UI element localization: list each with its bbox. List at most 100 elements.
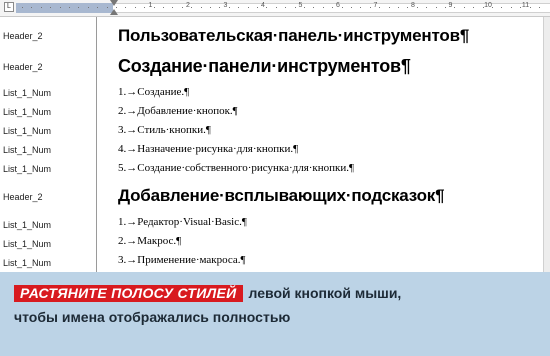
ruler-left-margin: [16, 3, 113, 13]
ruler-dot: [50, 7, 51, 8]
ruler-dot: [313, 7, 314, 8]
style-name-list[interactable]: List_1_Num: [3, 126, 51, 136]
ruler-dot: [295, 7, 296, 8]
ruler-dot: [191, 7, 192, 8]
ruler-dot: [88, 7, 89, 8]
ruler-number: 1: [148, 2, 153, 9]
ruler-dot: [135, 7, 136, 8]
style-name-header[interactable]: Header_2: [3, 62, 43, 72]
ruler-dot: [154, 7, 155, 8]
ruler-dot: [492, 7, 493, 8]
ruler-dot: [69, 7, 70, 8]
list-item[interactable]: 3.→Применение·макроса.¶: [118, 254, 246, 266]
list-item[interactable]: 3.→Стиль·кнопки.¶: [118, 124, 211, 136]
ruler-dot: [97, 7, 98, 8]
ruler-number: 7: [373, 2, 378, 9]
ruler-dot: [379, 7, 380, 8]
style-name-list[interactable]: List_1_Num: [3, 164, 51, 174]
ruler-number: 3: [223, 2, 228, 9]
ruler-dot: [417, 7, 418, 8]
ruler-dot: [304, 7, 305, 8]
ruler-dot: [398, 7, 399, 8]
tab-selector-button[interactable]: L: [4, 2, 14, 12]
hanging-indent-marker[interactable]: [110, 9, 118, 15]
ruler-dot: [60, 7, 61, 8]
ruler-dot: [31, 7, 32, 8]
ruler-dot: [210, 7, 211, 8]
ruler-dot: [248, 7, 249, 8]
style-name-header[interactable]: Header_2: [3, 192, 43, 202]
caption-line-1: левой кнопкой мыши,: [248, 285, 402, 301]
ruler-number: 9: [448, 2, 453, 9]
ruler-dot: [511, 7, 512, 8]
ruler-dot: [78, 7, 79, 8]
ruler-dot: [389, 7, 390, 8]
ruler-number: 6: [336, 2, 340, 9]
ruler-dot: [426, 7, 427, 8]
ruler-dot: [125, 7, 126, 8]
ruler-dot: [323, 7, 324, 8]
list-item[interactable]: 2.→Макрос.¶: [118, 235, 181, 247]
style-name-list[interactable]: List_1_Num: [3, 239, 51, 249]
style-name-header[interactable]: Header_2: [3, 31, 43, 41]
document-heading[interactable]: Пользовательская·панель·инструментов¶: [118, 26, 469, 46]
document-heading[interactable]: Добавление·всплывающих·подсказок¶: [118, 186, 445, 206]
ruler-dot: [454, 7, 455, 8]
ruler-number: 2: [186, 2, 190, 9]
list-item[interactable]: 1.→Создание.¶: [118, 86, 189, 98]
ruler-dot: [257, 7, 258, 8]
list-item[interactable]: 1.→Редактор·Visual·Basic.¶: [118, 216, 247, 228]
list-item[interactable]: 2.→Добавление·кнопок.¶: [118, 105, 238, 117]
ruler-dot: [172, 7, 173, 8]
document-heading[interactable]: Создание·панели·инструментов¶: [118, 56, 411, 77]
caption-line-2: чтобы имена отображались полностью: [14, 309, 291, 325]
ruler-dot: [445, 7, 446, 8]
ruler-dot: [351, 7, 352, 8]
ruler-dot: [276, 7, 277, 8]
list-item[interactable]: 5.→Создание·собственного·рисунка·для·кно…: [118, 162, 354, 174]
ruler-number: 8: [411, 2, 415, 9]
ruler-dot: [407, 7, 408, 8]
ruler-dot: [501, 7, 502, 8]
ruler-dot: [370, 7, 371, 8]
ruler-number: 5: [298, 2, 303, 9]
ruler-dot: [285, 7, 286, 8]
ruler-dot: [163, 7, 164, 8]
ruler-dot: [342, 7, 343, 8]
caption-panel: РАСТЯНИТЕ ПОЛОСУ СТИЛЕЙ левой кнопкой мыш…: [0, 272, 550, 356]
ruler-dot: [530, 7, 531, 8]
ruler-dot: [116, 7, 117, 8]
ruler-dot: [483, 7, 484, 8]
ruler-dot: [360, 7, 361, 8]
ruler-dot: [219, 7, 220, 8]
ruler-number: 4: [261, 2, 265, 9]
first-line-indent-marker[interactable]: [110, 0, 118, 6]
style-area-pane: Header_2 Header_2 List_1_Num List_1_Num …: [0, 17, 96, 272]
style-name-list[interactable]: List_1_Num: [3, 145, 51, 155]
horizontal-ruler[interactable]: L 1 2 3 4 5 6 7 8 9 10 11: [0, 0, 550, 17]
ruler-dot: [107, 7, 108, 8]
caption-text: РАСТЯНИТЕ ПОЛОСУ СТИЛЕЙ левой кнопкой мыш…: [14, 281, 534, 329]
ruler-dot: [436, 7, 437, 8]
style-name-list[interactable]: List_1_Num: [3, 107, 51, 117]
ruler-dot: [473, 7, 474, 8]
ruler-dot: [201, 7, 202, 8]
style-name-list[interactable]: List_1_Num: [3, 258, 51, 268]
style-area-divider[interactable]: [96, 17, 97, 272]
ruler-number: 10: [484, 2, 492, 9]
style-name-list[interactable]: List_1_Num: [3, 220, 51, 230]
ruler-dot: [266, 7, 267, 8]
ruler-dot: [238, 7, 239, 8]
vertical-scrollbar[interactable]: [543, 17, 550, 272]
ruler-dot: [229, 7, 230, 8]
ruler-dot: [464, 7, 465, 8]
ruler-number: 11: [521, 2, 530, 9]
ruler-dot: [144, 7, 145, 8]
ruler-dot: [41, 7, 42, 8]
style-name-list[interactable]: List_1_Num: [3, 88, 51, 98]
caption-highlight: РАСТЯНИТЕ ПОЛОСУ СТИЛЕЙ: [14, 285, 243, 302]
ruler-dot: [539, 7, 540, 8]
ruler-dot: [332, 7, 333, 8]
list-item[interactable]: 4.→Назначение·рисунка·для·кнопки.¶: [118, 143, 298, 155]
ruler-dot: [22, 7, 23, 8]
